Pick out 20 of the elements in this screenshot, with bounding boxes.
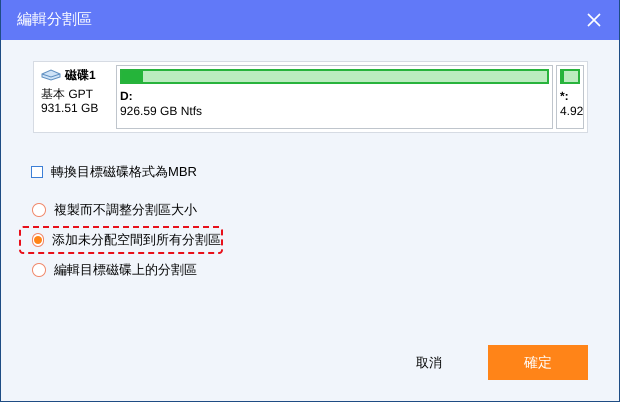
cancel-button[interactable]: 取消 [384,346,474,380]
checkbox-label: 轉換目標磁碟格式為MBR [51,163,197,181]
close-button[interactable] [585,11,603,29]
radio-button[interactable] [32,232,44,246]
disk-name: 磁碟1 [65,67,96,84]
partition-block[interactable]: *: 4.92 [556,65,584,129]
close-icon [587,13,601,27]
checkbox[interactable] [31,166,43,178]
radio-label: 添加未分配空間到所有分割區 [52,230,221,249]
radio-label: 編輯目標磁碟上的分割區 [54,260,197,279]
disk-type: 基本 GPT [41,87,94,101]
disk-size: 931.51 GB [41,101,100,115]
window-title: 編輯分割區 [17,10,92,30]
partition-block[interactable]: D: 926.59 GB Ntfs [116,65,553,129]
radio-button[interactable] [32,202,46,216]
radio-label: 複製而不調整分割區大小 [54,200,197,219]
radio-button[interactable] [32,262,46,276]
partition-label: D: [120,89,134,103]
partition-label: *: [560,89,570,103]
partition-detail: 926.59 GB Ntfs [120,104,204,118]
